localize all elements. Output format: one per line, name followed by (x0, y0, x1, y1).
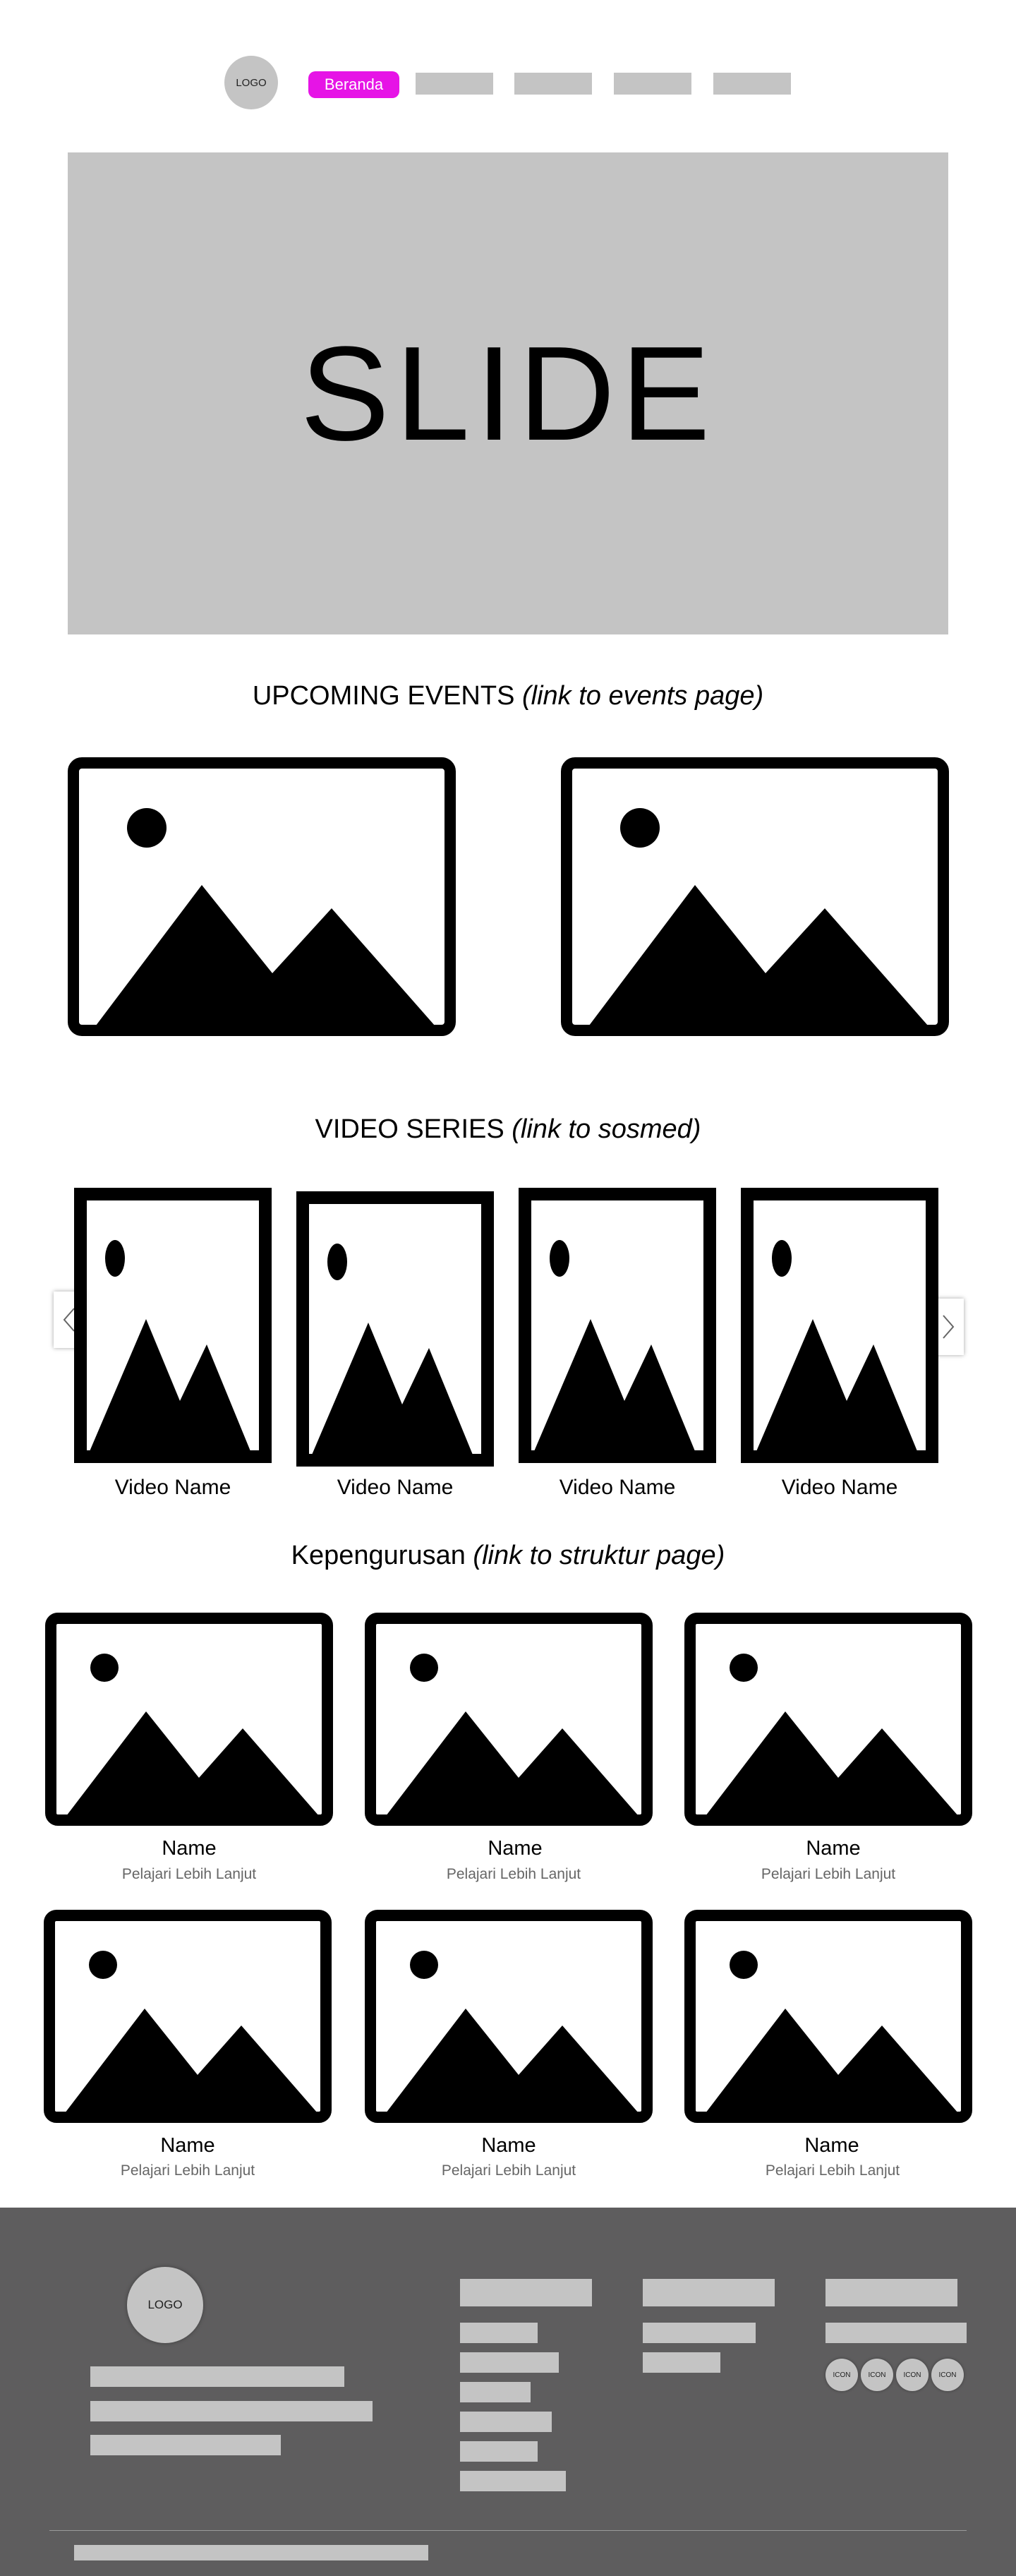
section-title-link-note: (link to struktur page) (473, 1541, 725, 1570)
member-name: Name (488, 1837, 543, 1860)
nav-item-placeholder[interactable] (713, 73, 791, 95)
learn-more-link[interactable]: Pelajari Lebih Lanjut (45, 1866, 333, 1883)
video-name[interactable]: Video Name (74, 1476, 272, 1500)
member-photo-icon[interactable] (44, 1910, 332, 2123)
kepengurusan-title[interactable]: Kepengurusan (link to struktur page) (0, 1541, 1016, 1571)
member-photo-icon[interactable] (684, 1613, 972, 1826)
event-image-icon[interactable] (561, 757, 949, 1036)
section-title-link-note: (link to sosmed) (512, 1114, 701, 1144)
footer-link[interactable] (643, 2323, 756, 2343)
video-thumbnail-icon[interactable] (741, 1188, 938, 1463)
member-name: Name (804, 2134, 859, 2157)
footer-column-heading (826, 2279, 957, 2306)
section-title-text: VIDEO SERIES (315, 1114, 512, 1144)
member-name: Name (160, 2134, 215, 2157)
footer-column-heading (643, 2279, 775, 2306)
slide-text: SLIDE (300, 318, 716, 469)
learn-more-link[interactable]: Pelajari Lebih Lanjut (365, 2162, 653, 2179)
video-thumbnail-icon[interactable] (296, 1191, 494, 1467)
nav-item-placeholder[interactable] (514, 73, 592, 95)
footer-link[interactable] (460, 2352, 559, 2373)
section-title-link-note: (link to events page) (521, 681, 764, 711)
footer-link[interactable] (826, 2323, 967, 2343)
footer-link[interactable] (460, 2441, 538, 2462)
video-name[interactable]: Video Name (296, 1476, 494, 1500)
footer-link[interactable] (643, 2352, 720, 2373)
video-name[interactable]: Video Name (519, 1476, 716, 1500)
member-photo-icon[interactable] (45, 1613, 333, 1826)
footer-text-placeholder (90, 2435, 281, 2455)
social-icon[interactable]: ICON (861, 2359, 893, 2391)
footer-text-placeholder (90, 2401, 373, 2421)
member-photo-icon[interactable] (365, 1910, 653, 2123)
member-name: Name (162, 1837, 217, 1860)
video-thumbnail-icon[interactable] (74, 1188, 272, 1463)
chevron-right-icon (943, 1315, 955, 1339)
member-name: Name (806, 1837, 861, 1860)
social-icon[interactable]: ICON (896, 2359, 929, 2391)
footer-text-placeholder (90, 2366, 344, 2387)
section-title-text: UPCOMING EVENTS (252, 681, 522, 711)
header-logo[interactable]: LOGO (224, 56, 278, 109)
video-thumbnail-icon[interactable] (519, 1188, 716, 1463)
nav-item-placeholder[interactable] (416, 73, 493, 95)
footer-link[interactable] (460, 2471, 566, 2491)
footer-column-heading (460, 2279, 592, 2306)
upcoming-events-title[interactable]: UPCOMING EVENTS (link to events page) (0, 681, 1016, 711)
copyright-placeholder (74, 2545, 428, 2560)
learn-more-link[interactable]: Pelajari Lebih Lanjut (689, 2162, 976, 2179)
member-name: Name (481, 2134, 536, 2157)
social-icon[interactable]: ICON (826, 2359, 858, 2391)
learn-more-link[interactable]: Pelajari Lebih Lanjut (370, 1866, 658, 1883)
nav-item-placeholder[interactable] (614, 73, 691, 95)
learn-more-link[interactable]: Pelajari Lebih Lanjut (44, 2162, 332, 2179)
footer-link[interactable] (460, 2382, 531, 2402)
video-name[interactable]: Video Name (741, 1476, 938, 1500)
section-title-text: Kepengurusan (291, 1541, 473, 1570)
event-image-icon[interactable] (68, 757, 456, 1036)
member-photo-icon[interactable] (365, 1613, 653, 1826)
footer-logo[interactable]: LOGO (127, 2267, 203, 2343)
footer-link[interactable] (460, 2323, 538, 2343)
nav-item-beranda[interactable]: Beranda (308, 71, 399, 98)
hero-slide[interactable]: SLIDE (68, 152, 948, 634)
social-icon[interactable]: ICON (931, 2359, 964, 2391)
footer-divider (49, 2530, 967, 2531)
learn-more-link[interactable]: Pelajari Lebih Lanjut (684, 1866, 972, 1883)
member-photo-icon[interactable] (684, 1910, 972, 2123)
video-series-title[interactable]: VIDEO SERIES (link to sosmed) (0, 1114, 1016, 1145)
footer-link[interactable] (460, 2412, 552, 2432)
